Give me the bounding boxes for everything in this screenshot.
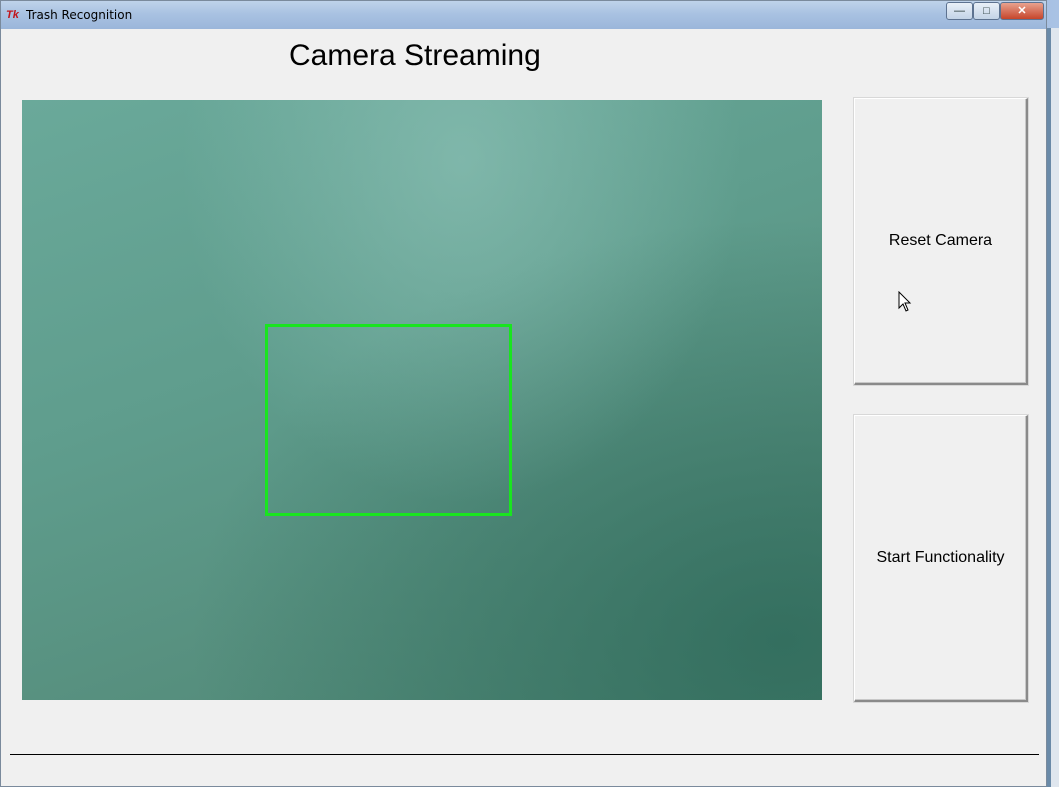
window-client-area: Camera Streaming Reset Camera Start Func… xyxy=(5,29,1042,784)
minimize-button[interactable]: — xyxy=(946,2,973,20)
start-functionality-button[interactable]: Start Functionality xyxy=(854,415,1028,702)
title-bar[interactable]: Tk Trash Recognition — □ ✕ xyxy=(1,1,1046,29)
window-controls: — □ ✕ xyxy=(946,2,1044,20)
status-divider xyxy=(10,754,1039,755)
tk-app-icon: Tk xyxy=(6,9,19,21)
reset-camera-button[interactable]: Reset Camera xyxy=(854,98,1028,385)
page-title: Camera Streaming xyxy=(289,39,541,72)
mouse-cursor-icon xyxy=(898,291,912,312)
app-window: Tk Trash Recognition — □ ✕ Camera Stream… xyxy=(0,0,1047,787)
desktop-background-edge xyxy=(1051,28,1059,787)
close-button[interactable]: ✕ xyxy=(1000,2,1044,20)
maximize-button[interactable]: □ xyxy=(973,2,1000,20)
window-title: Trash Recognition xyxy=(26,8,133,22)
detection-box xyxy=(265,324,512,516)
camera-stream-view xyxy=(22,100,822,700)
